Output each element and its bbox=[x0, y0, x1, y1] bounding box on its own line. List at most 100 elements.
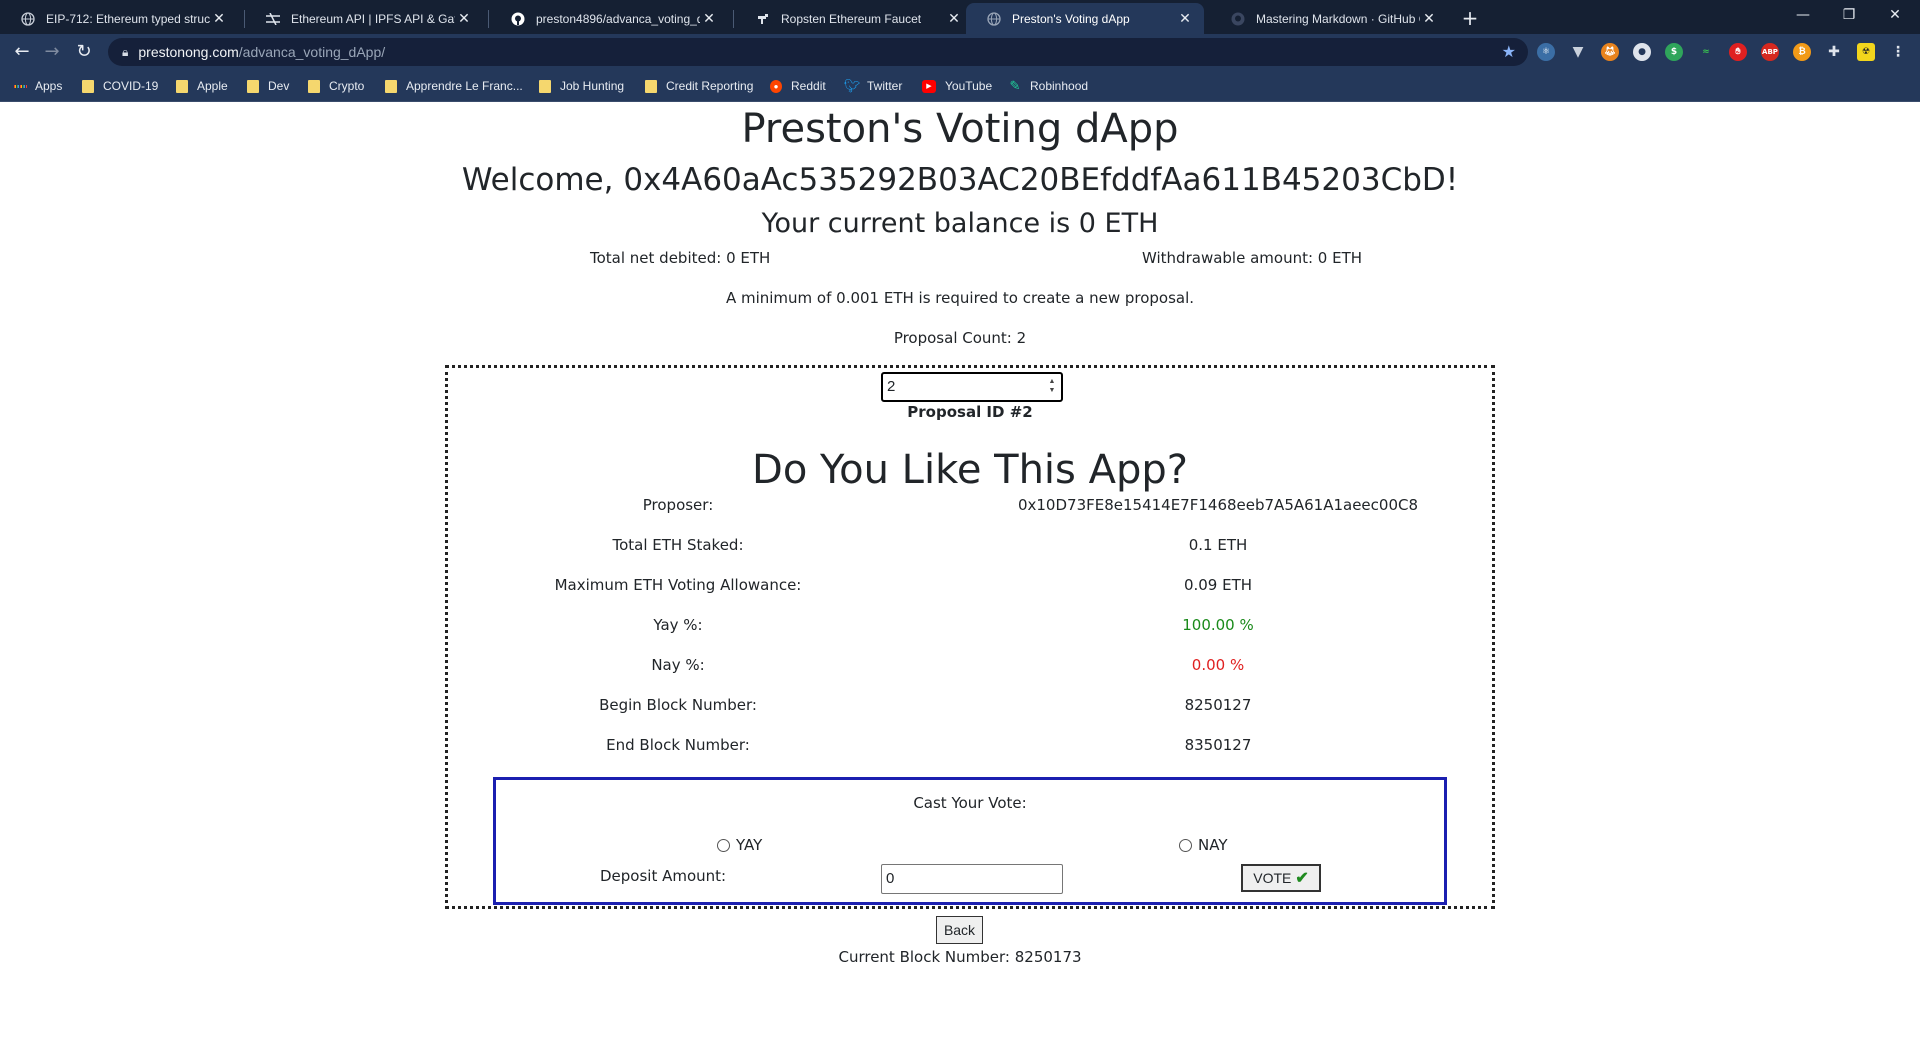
folder-icon bbox=[176, 79, 188, 93]
page-title: Preston's Voting dApp bbox=[741, 106, 1179, 152]
vote-button-label: VOTE bbox=[1253, 870, 1292, 886]
close-tab-icon[interactable]: ✕ bbox=[1176, 10, 1194, 27]
circle-extension-icon[interactable]: ● bbox=[1633, 43, 1651, 61]
folder-icon bbox=[247, 79, 259, 93]
number-spinner-icon[interactable]: ▲ ▼ bbox=[1046, 377, 1058, 397]
bookmark-apprendre[interactable]: Apprendre Le Franc... bbox=[385, 76, 523, 96]
profile-avatar-icon[interactable]: ☢ bbox=[1857, 43, 1875, 61]
close-tab-icon[interactable]: ✕ bbox=[700, 10, 718, 27]
bookmark-covid[interactable]: COVID-19 bbox=[82, 76, 158, 96]
restore-button[interactable]: ❐ bbox=[1826, 0, 1872, 30]
bookmark-dev[interactable]: Dev bbox=[247, 76, 289, 96]
cast-vote-heading: Cast Your Vote: bbox=[913, 794, 1027, 812]
tab-title: EIP-712: Ethereum typed structur bbox=[46, 11, 210, 26]
vue-icon[interactable]: ▼ bbox=[1569, 43, 1587, 61]
reload-icon[interactable]: ↻ bbox=[70, 38, 98, 66]
nay-radio[interactable]: NAY bbox=[1179, 836, 1227, 854]
back-arrow-icon[interactable]: ← bbox=[8, 38, 36, 66]
proposal-id-input[interactable]: 2 ▲ ▼ bbox=[881, 372, 1063, 402]
bookmark-label: Robinhood bbox=[1030, 79, 1089, 93]
bookmark-twitter[interactable]: 🐦︎ Twitter bbox=[843, 76, 903, 96]
radio-circle-icon bbox=[717, 838, 730, 852]
minimize-button[interactable]: — bbox=[1780, 0, 1826, 30]
tab-title: Ropsten Ethereum Faucet bbox=[781, 11, 922, 26]
bookmark-robinhood[interactable]: ✎ Robinhood bbox=[1009, 76, 1089, 96]
bookmark-label: Apprendre Le Franc... bbox=[406, 79, 523, 93]
detail-value-total-staked: 0.1 ETH bbox=[1188, 536, 1248, 554]
detail-label-end-block: End Block Number: bbox=[606, 736, 750, 754]
proposal-id-value: 2 bbox=[887, 378, 896, 395]
page-content: Preston's Voting dApp Welcome, 0x4A60aAc… bbox=[0, 103, 1920, 1040]
react-devtools-icon[interactable]: ⚛ bbox=[1537, 43, 1555, 61]
withdrawable-amount: Withdrawable amount: 0 ETH bbox=[1142, 249, 1363, 267]
faucet-icon bbox=[755, 11, 771, 27]
welcome-heading: Welcome, 0x4A60aAc535292B03AC20BEfddfAa6… bbox=[461, 162, 1459, 198]
back-button[interactable]: Back bbox=[936, 916, 983, 944]
bookmark-label: Reddit bbox=[791, 79, 826, 93]
globe-icon bbox=[986, 11, 1002, 27]
extensions-puzzle-icon[interactable]: ✚ bbox=[1825, 43, 1843, 61]
close-tab-icon[interactable]: ✕ bbox=[1420, 10, 1438, 27]
tab-markdown[interactable]: Mastering Markdown · GitHub Gu ✕ bbox=[1210, 3, 1448, 34]
bookmark-credit[interactable]: Credit Reporting bbox=[645, 76, 753, 96]
bookmark-star-icon[interactable]: ★ bbox=[1502, 42, 1516, 62]
bookmark-crypto[interactable]: Crypto bbox=[308, 76, 364, 96]
address-bar[interactable]: 🔒︎ prestonong.com/advanca_voting_dApp/ ★ bbox=[108, 38, 1528, 66]
detail-value-proposer: 0x10D73FE8e15414E7F1468eeb7A5A61A1aeec00… bbox=[1017, 496, 1419, 514]
bookmark-youtube[interactable]: ▶ YouTube bbox=[922, 76, 992, 96]
tab-faucet[interactable]: Ropsten Ethereum Faucet ✕ bbox=[735, 3, 973, 34]
detail-label-total-staked: Total ETH Staked: bbox=[612, 536, 744, 554]
close-tab-icon[interactable]: ✕ bbox=[210, 10, 228, 27]
bookmark-apple[interactable]: Apple bbox=[176, 76, 228, 96]
bookmark-label: COVID-19 bbox=[103, 79, 159, 93]
stop-hand-icon[interactable]: ✋︎ bbox=[1729, 43, 1747, 61]
reddit-icon: ● bbox=[770, 79, 782, 93]
tab-title: Preston's Voting dApp bbox=[1012, 11, 1130, 26]
detail-value-max-allowance: 0.09 ETH bbox=[1183, 576, 1253, 594]
new-tab-button[interactable]: + bbox=[1456, 5, 1484, 33]
tag-extension-icon[interactable]: $ bbox=[1665, 43, 1683, 61]
tab-title: preston4896/advanca_voting_dA bbox=[536, 11, 700, 26]
adblock-plus-icon[interactable]: ABP bbox=[1761, 43, 1779, 61]
folder-icon bbox=[539, 79, 551, 93]
forward-arrow-icon[interactable]: → bbox=[38, 38, 66, 66]
green-extension-icon[interactable]: ≈ bbox=[1697, 43, 1715, 61]
lock-icon: 🔒︎ bbox=[122, 44, 129, 59]
vote-button[interactable]: VOTE ✔ bbox=[1241, 864, 1321, 892]
menu-kebab-icon[interactable]: ⋮ bbox=[1889, 43, 1907, 61]
proposal-title: Do You Like This App? bbox=[752, 447, 1188, 493]
metamask-icon[interactable]: 🦊︎ bbox=[1601, 43, 1619, 61]
current-block-number: Current Block Number: 8250173 bbox=[838, 948, 1082, 966]
tab-title: Mastering Markdown · GitHub Gu bbox=[1256, 11, 1420, 26]
bookmark-label: YouTube bbox=[945, 79, 993, 93]
close-window-button[interactable]: ✕ bbox=[1872, 0, 1918, 30]
twitter-icon: 🐦︎ bbox=[843, 78, 861, 93]
folder-icon bbox=[82, 79, 94, 93]
bookmark-label: Apps bbox=[35, 79, 63, 93]
bitcoin-icon[interactable]: ₿ bbox=[1793, 43, 1811, 61]
apps-grid-icon bbox=[14, 80, 26, 93]
detail-value-yay: 100.00 % bbox=[1182, 616, 1254, 634]
close-tab-icon[interactable]: ✕ bbox=[945, 10, 963, 27]
bookmark-label: Credit Reporting bbox=[666, 79, 754, 93]
bookmark-label: Dev bbox=[268, 79, 290, 93]
bookmark-job-hunting[interactable]: Job Hunting bbox=[539, 76, 624, 96]
bookmark-apps[interactable]: Apps bbox=[14, 76, 62, 96]
robinhood-feather-icon: ✎ bbox=[1009, 78, 1021, 93]
detail-label-max-allowance: Maximum ETH Voting Allowance: bbox=[554, 576, 802, 594]
close-tab-icon[interactable]: ✕ bbox=[455, 10, 473, 27]
minimum-note: A minimum of 0.001 ETH is required to cr… bbox=[725, 289, 1195, 307]
folder-icon bbox=[308, 79, 320, 93]
youtube-icon: ▶ bbox=[922, 79, 936, 93]
tab-voting-dapp[interactable]: Preston's Voting dApp ✕ bbox=[966, 3, 1204, 34]
tab-github[interactable]: preston4896/advanca_voting_dA ✕ bbox=[490, 3, 728, 34]
tab-infura[interactable]: Ethereum API | IPFS API & Gatew ✕ bbox=[245, 3, 483, 34]
deposit-amount-label: Deposit Amount: bbox=[600, 867, 727, 885]
yay-radio[interactable]: YAY bbox=[717, 836, 762, 854]
deposit-amount-input[interactable]: 0 bbox=[881, 864, 1063, 894]
bookmark-reddit[interactable]: ● Reddit bbox=[770, 76, 826, 96]
tab-eip712[interactable]: EIP-712: Ethereum typed structur ✕ bbox=[0, 3, 238, 34]
checkmark-icon: ✔ bbox=[1295, 870, 1309, 887]
folder-icon bbox=[645, 79, 657, 93]
tab-title: Ethereum API | IPFS API & Gatew bbox=[291, 11, 455, 26]
